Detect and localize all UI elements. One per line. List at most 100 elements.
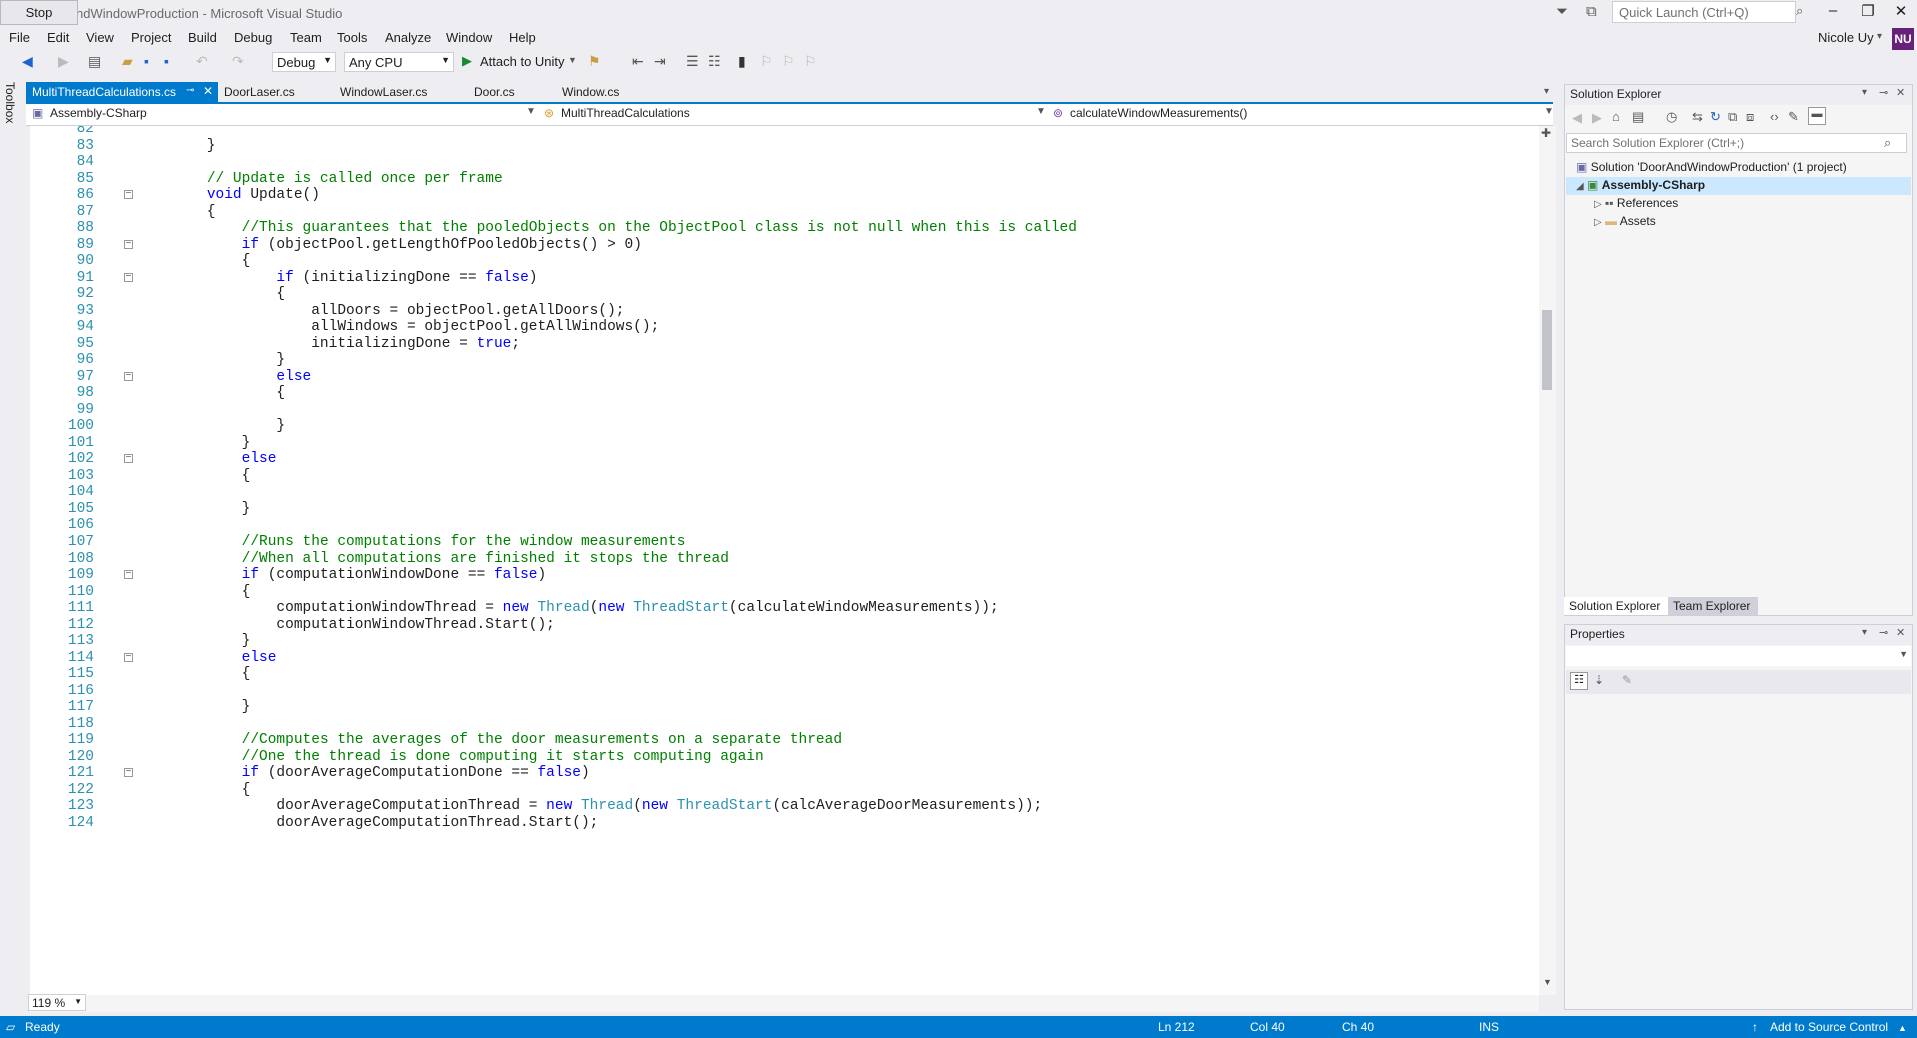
search-icon[interactable]: ⌕ [1884,135,1891,151]
next-bookmark-icon[interactable]: ⚐ [782,53,795,70]
chevron-down-icon[interactable]: ▾ [1862,627,1867,638]
prev-bookmark-icon[interactable]: ⚐ [760,53,773,70]
menu-edit[interactable]: Edit [47,30,69,45]
close-icon[interactable]: ✕ [203,84,213,98]
menu-tools[interactable]: Tools [337,30,367,45]
collapsed-icon[interactable]: ▷ [1594,217,1602,228]
save-all-icon[interactable]: ▪ [164,53,169,69]
menu-analyze[interactable]: Analyze [385,30,431,45]
clear-bookmarks-icon[interactable]: ⚐ [804,53,817,70]
switch-views-icon[interactable]: ▤ [1632,109,1644,125]
chevron-down-icon[interactable]: ▾ [1862,87,1867,98]
view-code-icon[interactable]: ‹› [1770,109,1779,124]
collapse-icon[interactable]: − [124,371,133,381]
collapse-icon[interactable]: − [124,190,133,200]
member-selector[interactable]: calculateWindowMeasurements() [1070,106,1247,120]
pin-icon[interactable]: ⊸ [186,85,194,96]
configuration-select[interactable]: Debug ▼ [272,52,336,72]
properties-object-select[interactable]: ▼ [1566,646,1911,666]
chevron-down-icon[interactable]: ▼ [1544,106,1554,117]
toolbox-tab[interactable]: Toolbox [3,82,17,123]
bookmark-icon[interactable]: ▮ [738,53,746,70]
forward-icon[interactable]: ▶ [1592,110,1602,126]
menu-build[interactable]: Build [188,30,217,45]
avatar[interactable]: NU [1892,28,1914,50]
menu-file[interactable]: File [9,30,30,45]
chevron-down-icon[interactable]: ▼ [568,55,577,65]
menu-project[interactable]: Project [131,30,171,45]
platform-select[interactable]: Any CPU ▼ [344,52,454,72]
alphabetical-icon[interactable]: ⇣ [1594,673,1604,687]
add-to-source-control-button[interactable]: Add to Source Control [1770,1020,1888,1034]
menu-debug[interactable]: Debug [234,30,272,45]
filter-icon[interactable]: ⏷ [1556,3,1568,20]
solution-node[interactable]: ▣ Solution 'DoorAndWindowProduction' (1 … [1576,160,1847,174]
tab-doorlaser[interactable]: DoorLaser.cs [218,82,301,102]
class-selector[interactable]: MultiThreadCalculations [561,106,690,120]
solution-search-input[interactable]: Search Solution Explorer (Ctrl+;) [1566,133,1907,153]
code-line[interactable]: 124 doorAverageComputationThread.Start()… [30,813,1530,833]
close-icon[interactable]: ✕ [1896,86,1905,99]
assets-node[interactable]: ▷ ▬ Assets [1594,214,1656,228]
user-name[interactable]: Nicole Uy [1818,30,1874,45]
menu-help[interactable]: Help [509,30,536,45]
stop-button[interactable]: Stop [0,0,78,25]
collapsed-icon[interactable]: ▷ [1594,199,1602,210]
chevron-down-icon[interactable]: ▼ [526,106,536,117]
refresh-icon[interactable]: ↻ [1710,109,1721,125]
tab-team-explorer[interactable]: Team Explorer [1668,597,1758,615]
back-icon[interactable]: ◀ [1572,110,1582,126]
step-icon[interactable]: ⇤ [632,53,644,70]
close-button[interactable]: ✕ [1884,2,1917,24]
comment-icon[interactable]: ☰ [686,53,699,70]
scroll-down-icon[interactable]: ▼ [1543,977,1552,987]
split-icon[interactable]: ✚ [1541,126,1551,140]
restore-button[interactable]: ❐ [1851,2,1885,24]
properties-icon[interactable]: ✎ [1788,109,1799,125]
collapse-icon[interactable]: − [124,239,133,249]
categorized-icon[interactable]: ☷ [1570,672,1588,690]
collapse-icon[interactable]: − [124,454,133,464]
chevron-up-icon[interactable]: ▲ [1898,1023,1907,1033]
attach-to-unity-button[interactable]: Attach to Unity [480,54,565,69]
property-pages-icon[interactable]: ✎ [1622,673,1632,687]
undo-icon[interactable]: ↶ [196,53,208,70]
chevron-down-icon[interactable]: ▾ [1877,31,1882,42]
back-icon[interactable]: ◀ [22,53,33,70]
collapse-all-icon[interactable]: ⧉ [1728,109,1737,125]
menu-team[interactable]: Team [290,30,322,45]
tab-multithreadcalculations[interactable]: MultiThreadCalculations.cs ⊸ ✕ [26,82,218,102]
redo-icon[interactable]: ↷ [232,53,244,70]
tab-windowlaser[interactable]: WindowLaser.cs [334,82,433,102]
menu-window[interactable]: Window [446,30,492,45]
open-file-icon[interactable]: ▰ [122,53,133,70]
horizontal-scrollbar[interactable] [30,995,1539,1012]
chevron-down-icon[interactable]: ▼ [1036,106,1046,117]
tab-solution-explorer[interactable]: Solution Explorer [1564,597,1668,615]
minimize-button[interactable]: – [1816,2,1850,24]
zoom-level[interactable]: 119 % ▼ [28,994,86,1011]
quick-launch-input[interactable]: Quick Launch (Ctrl+Q) [1612,1,1796,23]
tab-overflow-icon[interactable]: ▾ [1544,86,1549,97]
show-all-files-icon[interactable]: ⧈ [1746,109,1754,125]
scrollbar-thumb[interactable] [1542,310,1552,390]
preview-icon[interactable]: ▬ [1808,107,1826,125]
references-node[interactable]: ▷ ▪▪ References [1594,196,1678,210]
close-icon[interactable]: ✕ [1896,626,1905,639]
project-selector[interactable]: Assembly-CSharp [50,106,147,120]
tab-window[interactable]: Window.cs [556,82,625,102]
save-icon[interactable]: ▪ [144,53,149,69]
collapse-icon[interactable]: − [124,570,133,580]
home-icon[interactable]: ⌂ [1612,109,1620,124]
tab-door[interactable]: Door.cs [468,82,521,102]
find-icon[interactable]: ⚑ [588,53,601,70]
uncomment-icon[interactable]: ☷ [708,53,721,70]
collapse-icon[interactable]: − [124,768,133,778]
menu-view[interactable]: View [86,30,114,45]
vertical-scrollbar[interactable] [1539,126,1556,995]
search-icon[interactable]: ⌕ [1796,3,1803,19]
feedback-icon[interactable]: ⧉ [1586,3,1597,20]
step-over-icon[interactable]: ⇥ [654,53,666,70]
code-editor[interactable]: 82 83 } 84 85 // Update is called once per … [30,126,1539,995]
pending-changes-icon[interactable]: ◷ [1666,109,1677,125]
